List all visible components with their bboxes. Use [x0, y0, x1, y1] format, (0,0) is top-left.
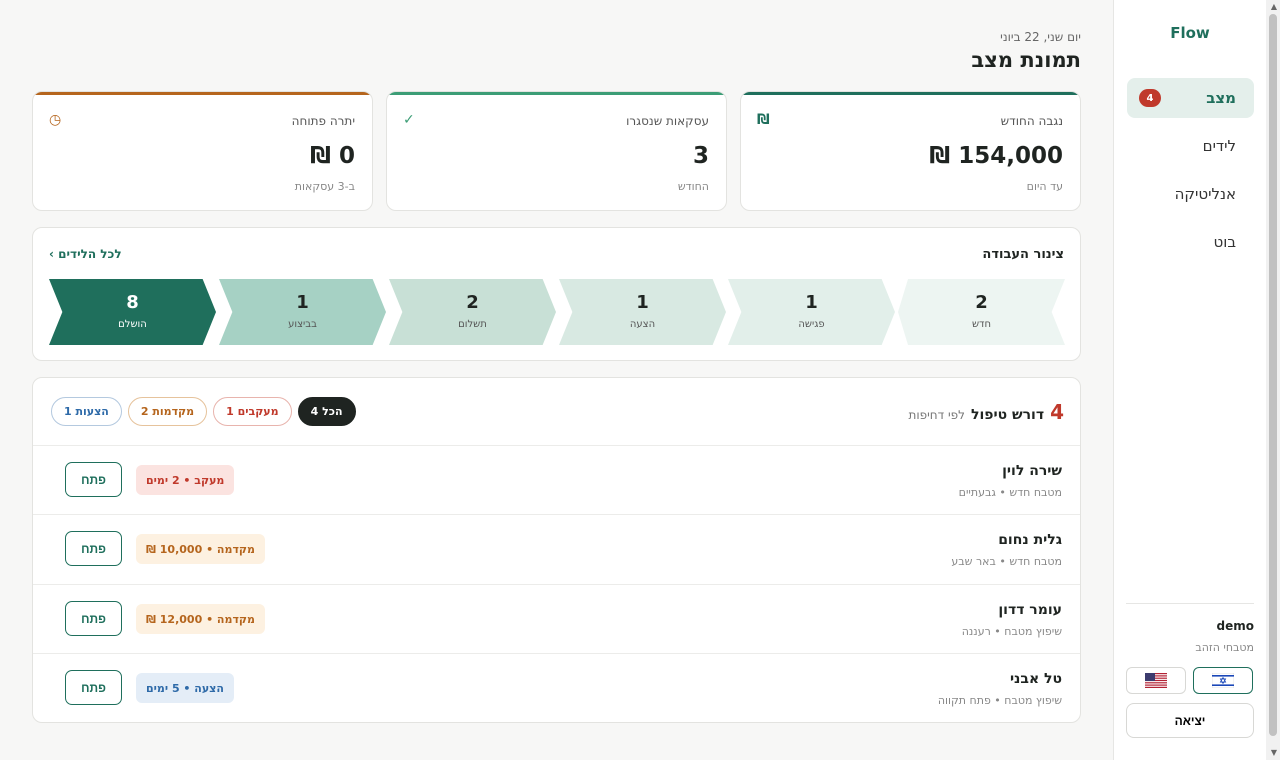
stage-count: 1 — [805, 292, 818, 313]
stage-count: 2 — [975, 292, 988, 313]
current-date: יום שני, 22 ביוני — [1000, 30, 1081, 44]
task-row: גלית נחום מטבח חדש • באר שבע מקדמה • 10,… — [33, 514, 1080, 583]
scroll-down-icon[interactable]: ▼ — [1271, 749, 1277, 757]
pipeline-card: צינור העבודה לכל הלידים › 2 חדש 1 פגישה … — [32, 227, 1081, 361]
status-badge: מעקב • 2 ימים — [136, 465, 235, 495]
kpi-label: יתרה פתוחה — [291, 114, 355, 128]
stage-proposal[interactable]: 1 הצעה — [559, 279, 726, 345]
nav-item-status[interactable]: מצב 4 — [1127, 78, 1254, 118]
nav-label: בוט — [1213, 233, 1237, 251]
attention-title: דורש טיפול — [971, 407, 1045, 423]
stage-payment[interactable]: 2 תשלום — [389, 279, 556, 345]
lead-name: גלית נחום — [998, 532, 1062, 548]
stage-completed[interactable]: 8 הושלם — [49, 279, 216, 345]
kpi-sub: ב-3 עסקאות — [294, 180, 355, 193]
logout-button[interactable]: יציאה — [1126, 703, 1254, 738]
brand-logo[interactable]: Flow — [1114, 24, 1266, 42]
nav-label: מצב — [1206, 89, 1236, 107]
language-english-button[interactable] — [1126, 667, 1186, 694]
filter-all[interactable]: הכל 4 — [297, 397, 356, 426]
scroll-thumb[interactable] — [1269, 14, 1277, 736]
status-badge: מקדמה • 10,000 ₪ — [136, 534, 265, 564]
stage-new[interactable]: 2 חדש — [898, 279, 1065, 345]
check-icon: ✓ — [403, 112, 415, 128]
open-button[interactable]: פתח — [65, 601, 122, 636]
kpi-sub: החודש — [677, 180, 709, 193]
task-row: עומר דדון שיפוץ מטבח • רעננה מקדמה • 12,… — [33, 584, 1080, 653]
filter-followups[interactable]: מעקבים 1 — [213, 397, 292, 426]
lead-name: שירה לוין — [1002, 463, 1062, 479]
kpi-sub: עד היום — [1026, 180, 1063, 193]
lead-name: טל אבני — [1009, 671, 1062, 687]
kpi-value: 0 ₪ — [310, 143, 355, 169]
israel-flag-icon — [1212, 673, 1234, 688]
attention-count: 4 — [1050, 400, 1064, 424]
nav-label: לידים — [1202, 137, 1236, 155]
stage-count: 1 — [636, 292, 649, 313]
pipeline-title: צינור העבודה — [982, 247, 1064, 262]
page-title: תמונת מצב — [971, 48, 1081, 72]
nav-item-bot[interactable]: בוט — [1127, 222, 1254, 262]
kpi-label: עסקאות שנסגרו — [626, 114, 709, 128]
lead-meta: מטבח חדש • באר שבע — [951, 555, 1062, 568]
nav-badge: 4 — [1139, 89, 1161, 107]
kpi-value: 154,000 ₪ — [929, 143, 1063, 169]
status-badge: מקדמה • 12,000 ₪ — [136, 604, 265, 634]
open-button[interactable]: פתח — [65, 531, 122, 566]
stage-label: פגישה — [798, 319, 825, 330]
attention-header: 4 דורש טיפול לפי דחיפות — [908, 400, 1064, 424]
task-row: שירה לוין מטבח חדש • גבעתיים מעקב • 2 ימ… — [33, 445, 1080, 514]
filter-proposals[interactable]: הצעות 1 — [51, 397, 122, 426]
nav-item-analytics[interactable]: אנליטיקה — [1127, 174, 1254, 214]
scrollbar[interactable]: ▲ ▼ — [1266, 0, 1280, 760]
stage-label: חדש — [971, 319, 992, 330]
sidebar: Flow מצב 4 לידים אנליטיקה בוט demo מטבחי… — [1113, 0, 1266, 760]
stage-label: תשלום — [458, 319, 487, 330]
us-flag-icon — [1145, 673, 1167, 688]
nav-label: אנליטיקה — [1174, 185, 1236, 203]
attention-card: 4 דורש טיפול לפי דחיפות הצעות 1 מקדמות 2… — [32, 377, 1081, 723]
lead-name: עומר דדון — [998, 602, 1062, 618]
task-row: טל אבני שיפוץ מטבח • פתח תקווה הצעה • 5 … — [33, 653, 1080, 722]
lead-meta: שיפוץ מטבח • פתח תקווה — [937, 694, 1062, 707]
lead-meta: שיפוץ מטבח • רעננה — [961, 625, 1062, 638]
stage-in-progress[interactable]: 1 בביצוע — [219, 279, 386, 345]
stage-count: 8 — [126, 292, 139, 313]
stage-count: 2 — [466, 292, 479, 313]
lead-meta: מטבח חדש • גבעתיים — [958, 486, 1062, 499]
filter-advances[interactable]: מקדמות 2 — [127, 397, 208, 426]
language-hebrew-button[interactable] — [1193, 667, 1253, 694]
stage-count: 1 — [296, 292, 309, 313]
attention-subtitle: לפי דחיפות — [908, 408, 965, 422]
stage-label: הושלם — [118, 319, 147, 330]
kpi-value: 3 — [692, 143, 709, 169]
shekel-icon: ₪ — [757, 112, 770, 128]
open-button[interactable]: פתח — [65, 462, 122, 497]
stage-label: בביצוע — [288, 319, 317, 330]
stage-label: הצעה — [629, 319, 656, 330]
kpi-card-collected: נגבה החודש 154,000 ₪ עד היום ₪ — [740, 91, 1081, 211]
open-button[interactable]: פתח — [65, 670, 122, 705]
stage-meeting[interactable]: 1 פגישה — [728, 279, 895, 345]
filter-chips: הצעות 1 מקדמות 2 מעקבים 1 הכל 4 — [51, 397, 356, 426]
nav-item-leads[interactable]: לידים — [1127, 126, 1254, 166]
kpi-card-closed-deals: עסקאות שנסגרו 3 החודש ✓ — [386, 91, 727, 211]
status-badge: הצעה • 5 ימים — [136, 673, 234, 703]
scroll-up-icon[interactable]: ▲ — [1271, 3, 1277, 11]
all-leads-link[interactable]: לכל הלידים › — [49, 247, 122, 261]
divider — [1126, 603, 1254, 604]
kpi-label: נגבה החודש — [1000, 114, 1063, 128]
kpi-card-open-balance: יתרה פתוחה 0 ₪ ב-3 עסקאות ◷ — [32, 91, 373, 211]
business-name: מטבחי הזהב — [1195, 641, 1254, 654]
user-name: demo — [1216, 619, 1254, 633]
clock-icon: ◷ — [49, 112, 62, 128]
